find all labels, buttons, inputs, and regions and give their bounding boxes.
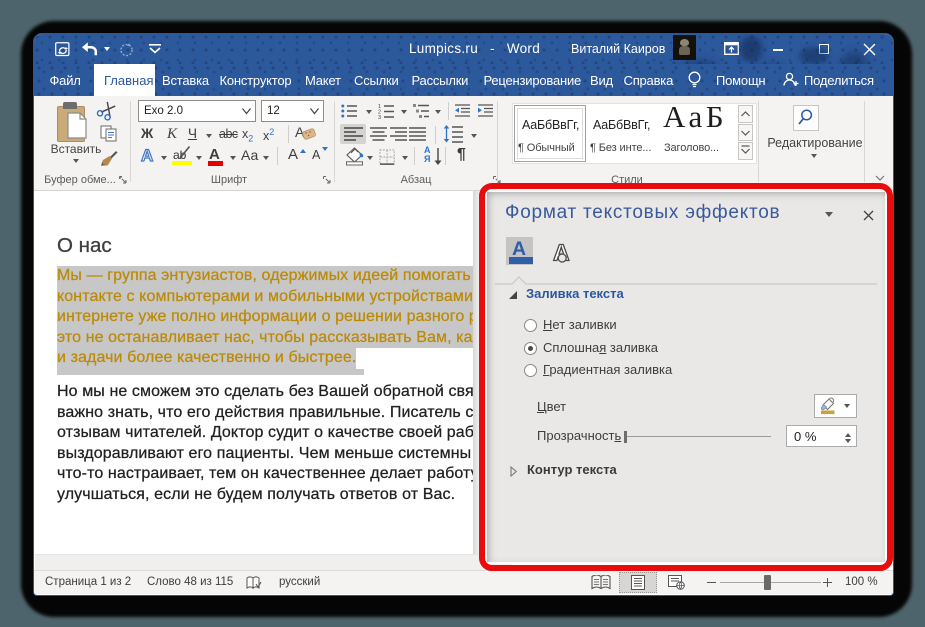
svg-text:3: 3 [378,115,381,119]
